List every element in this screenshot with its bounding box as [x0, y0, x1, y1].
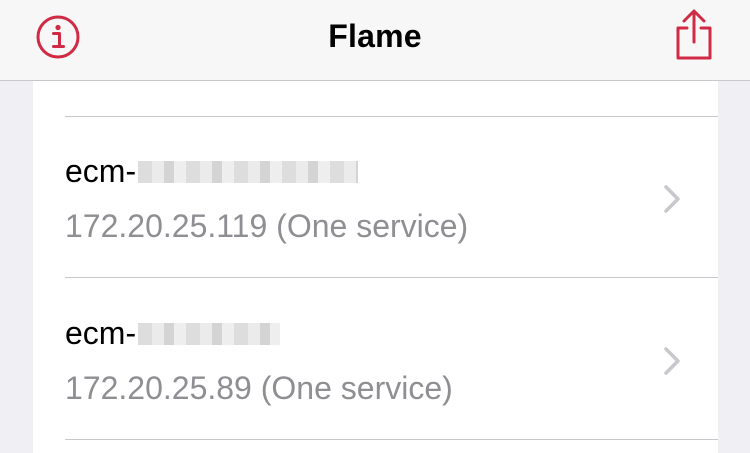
list-item[interactable]: ecm- 172.20.25.119 (One service) — [33, 117, 718, 278]
hostname-label: ecm- — [65, 315, 137, 351]
share-icon[interactable] — [670, 8, 718, 64]
app-window: ecm- 172.20.25.119 (One service) ecm- 17… — [0, 0, 750, 453]
list-item[interactable]: ecm- 172.20.25.89 (One service) — [33, 279, 718, 440]
row-title: ecm- — [65, 315, 281, 352]
row-title: ecm- — [65, 153, 359, 190]
row-separator — [65, 439, 718, 440]
row-subtitle: 172.20.25.89 (One service) — [65, 370, 453, 406]
row-subtitle: 172.20.25.119 (One service) — [65, 208, 469, 244]
page-title: Flame — [328, 18, 422, 54]
redacted-hostname — [138, 160, 359, 183]
chevron-right-icon — [664, 185, 680, 213]
navigation-bar: Flame — [0, 0, 750, 81]
hostname-label: ecm- — [65, 153, 137, 189]
row-separator — [65, 277, 718, 278]
chevron-right-icon — [664, 347, 680, 375]
redacted-hostname — [138, 322, 281, 345]
